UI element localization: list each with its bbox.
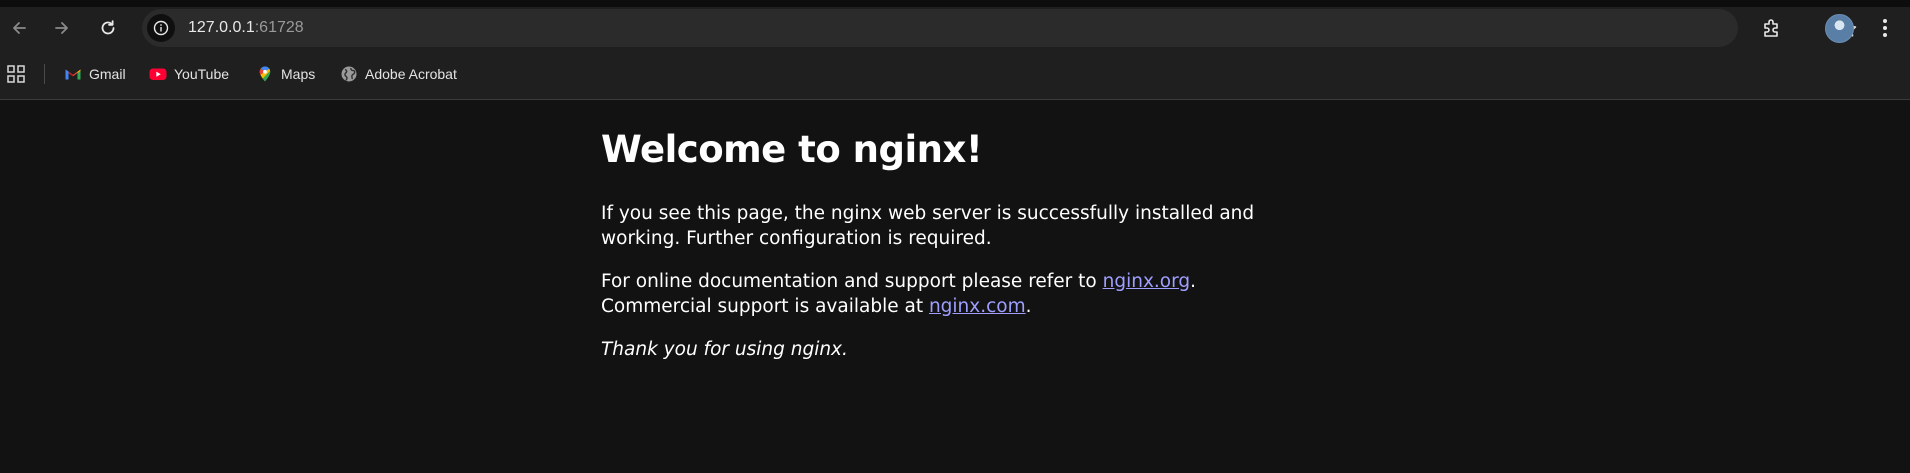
browser-toolbar: 127.0.0.1:61728 xyxy=(0,7,1910,49)
puzzle-icon xyxy=(1764,19,1778,37)
apps-button[interactable] xyxy=(6,64,26,84)
bookmark-label: YouTube xyxy=(174,66,230,82)
support-text-2: . xyxy=(1190,271,1197,292)
address-bar[interactable]: 127.0.0.1:61728 xyxy=(142,9,1857,47)
gmail-icon xyxy=(65,69,81,80)
support-text-3: Commercial support is available at xyxy=(601,295,929,317)
bookmarks-separator xyxy=(44,64,45,84)
site-info-button[interactable] xyxy=(147,14,175,42)
url-text[interactable]: 127.0.0.1:61728 xyxy=(188,19,304,37)
info-icon xyxy=(153,20,169,36)
bookmark-label: Gmail xyxy=(89,66,126,82)
reload-button[interactable] xyxy=(93,13,123,43)
url-host: 127.0.0.1 xyxy=(188,19,255,36)
bookmark-maps[interactable]: Maps xyxy=(256,62,315,86)
apps-grid-icon xyxy=(7,65,25,83)
bookmark-label: Maps xyxy=(281,66,316,82)
tab-strip-edge xyxy=(0,0,1910,7)
support-text-4: . xyxy=(1025,295,1032,317)
kebab-menu-icon xyxy=(1883,19,1887,37)
bookmark-label: Adobe Acrobat xyxy=(365,66,457,82)
arrow-right-icon xyxy=(55,22,68,34)
page-title: Welcome to nginx! xyxy=(601,128,983,171)
nginx-com-link[interactable]: nginx.com xyxy=(929,296,1026,317)
arrow-left-icon xyxy=(13,22,26,34)
profile-avatar[interactable] xyxy=(1825,14,1854,43)
nginx-org-link[interactable]: nginx.org xyxy=(1103,271,1191,292)
bookmarks-bar: Gmail YouTube Maps Adobe Acrobat xyxy=(0,56,1910,92)
support-text-1: For online documentation and support ple… xyxy=(601,271,1103,292)
intro-paragraph: If you see this page, the nginx web serv… xyxy=(601,203,1255,249)
browser-menu-button[interactable] xyxy=(1870,13,1900,43)
forward-button[interactable] xyxy=(47,13,77,43)
bookmark-adobe-acrobat[interactable]: Adobe Acrobat xyxy=(340,62,457,86)
bookmark-youtube[interactable]: YouTube xyxy=(149,62,229,86)
support-paragraph: For online documentation and support ple… xyxy=(601,270,1301,319)
bookmark-gmail[interactable]: Gmail xyxy=(64,62,126,86)
maps-icon xyxy=(259,66,271,82)
reload-icon xyxy=(101,20,115,35)
youtube-icon xyxy=(149,68,167,80)
extensions-button[interactable] xyxy=(1757,13,1787,43)
globe-icon xyxy=(341,66,357,82)
browser-chrome: 127.0.0.1:61728 Gmail YouTube Maps Adobe… xyxy=(0,0,1910,100)
url-port: :61728 xyxy=(254,19,304,36)
thank-you-text: Thank you for using nginx. xyxy=(601,339,848,360)
back-button[interactable] xyxy=(4,13,34,43)
